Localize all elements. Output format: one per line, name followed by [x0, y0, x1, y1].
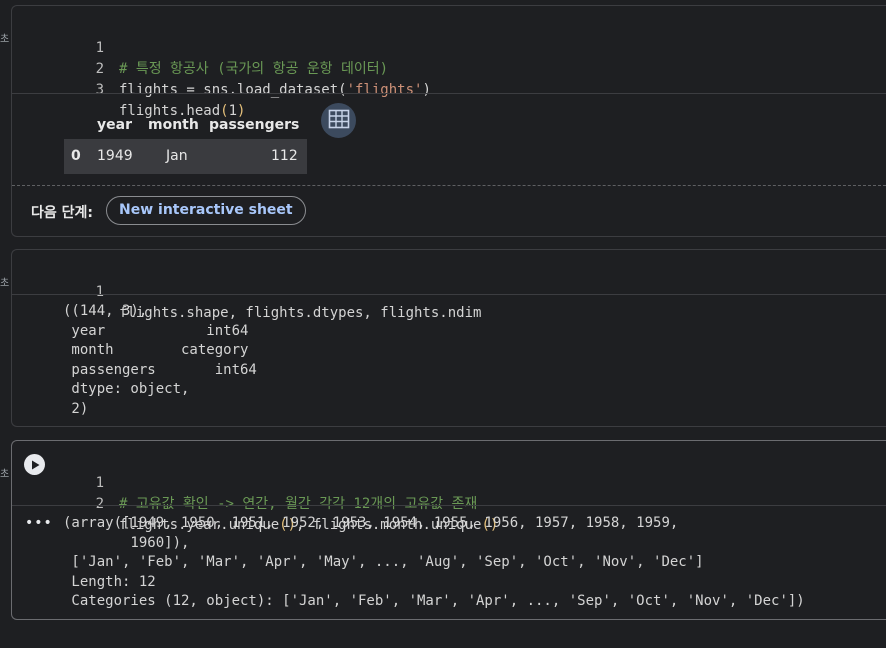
cell-output-text: (array([1949, 1950, 1951, 1952, 1953, 19…	[63, 515, 805, 610]
column-header: month	[148, 117, 199, 133]
code-line[interactable]: 2 flights = sns.load_dataset('flights')	[12, 38, 886, 98]
output-separator	[12, 294, 886, 295]
row-index: 0	[71, 148, 81, 164]
code-line[interactable]: 1 # 고유값 확인 -> 연간, 월간 각각 12개의 고유값 존재	[12, 452, 886, 512]
table-cell: Jan	[166, 148, 188, 164]
cell-output-text: ((144, 3), year int64 month category pas…	[63, 303, 257, 417]
code-line[interactable]: 1 # 특정 항공사 (국가의 항공 운항 데이터)	[12, 17, 886, 77]
more-horiz-icon: •••	[25, 515, 53, 531]
line-number: 1	[95, 284, 104, 300]
column-header: passengers	[209, 117, 300, 133]
table-cell: 1949	[97, 148, 133, 164]
output-actions-button[interactable]: •••	[25, 515, 53, 531]
table-row: 0 1949 Jan 112	[64, 139, 307, 174]
output-separator	[12, 93, 886, 94]
cell-gutter-mark: 초	[0, 34, 10, 45]
line-number: 3	[95, 82, 104, 98]
code-line[interactable]: 1 flights.shape, flights.dtypes, flights…	[12, 261, 886, 321]
code-cell-3[interactable]: 초 1 # 고유값 확인 -> 연간, 월간 각각 12개의 고유값 존재 2 …	[0, 440, 886, 620]
next-steps-label: 다음 단계:	[31, 205, 93, 221]
convert-to-table-button[interactable]	[321, 103, 356, 138]
code-text: flights = sns.load_dataset('flights')	[119, 82, 431, 98]
cell-gutter-mark: 초	[0, 469, 10, 480]
table-icon	[328, 109, 350, 133]
code-line[interactable]: 3 flights.head(1)	[12, 59, 886, 119]
output-separator	[12, 505, 886, 506]
code-cell-1[interactable]: 초 1 # 특정 항공사 (국가의 항공 운항 데이터) 2 flights =…	[0, 5, 886, 237]
new-interactive-sheet-button[interactable]: New interactive sheet	[106, 196, 306, 225]
cell-gutter-mark: 초	[0, 278, 10, 289]
column-header: year	[97, 117, 132, 133]
code-line[interactable]: 2 flights.year.unique(), flights.month.u…	[12, 473, 886, 533]
code-cell-2[interactable]: 초 1 flights.shape, flights.dtypes, fligh…	[0, 249, 886, 427]
table-cell: 112	[271, 148, 298, 164]
next-steps-divider	[12, 185, 886, 186]
